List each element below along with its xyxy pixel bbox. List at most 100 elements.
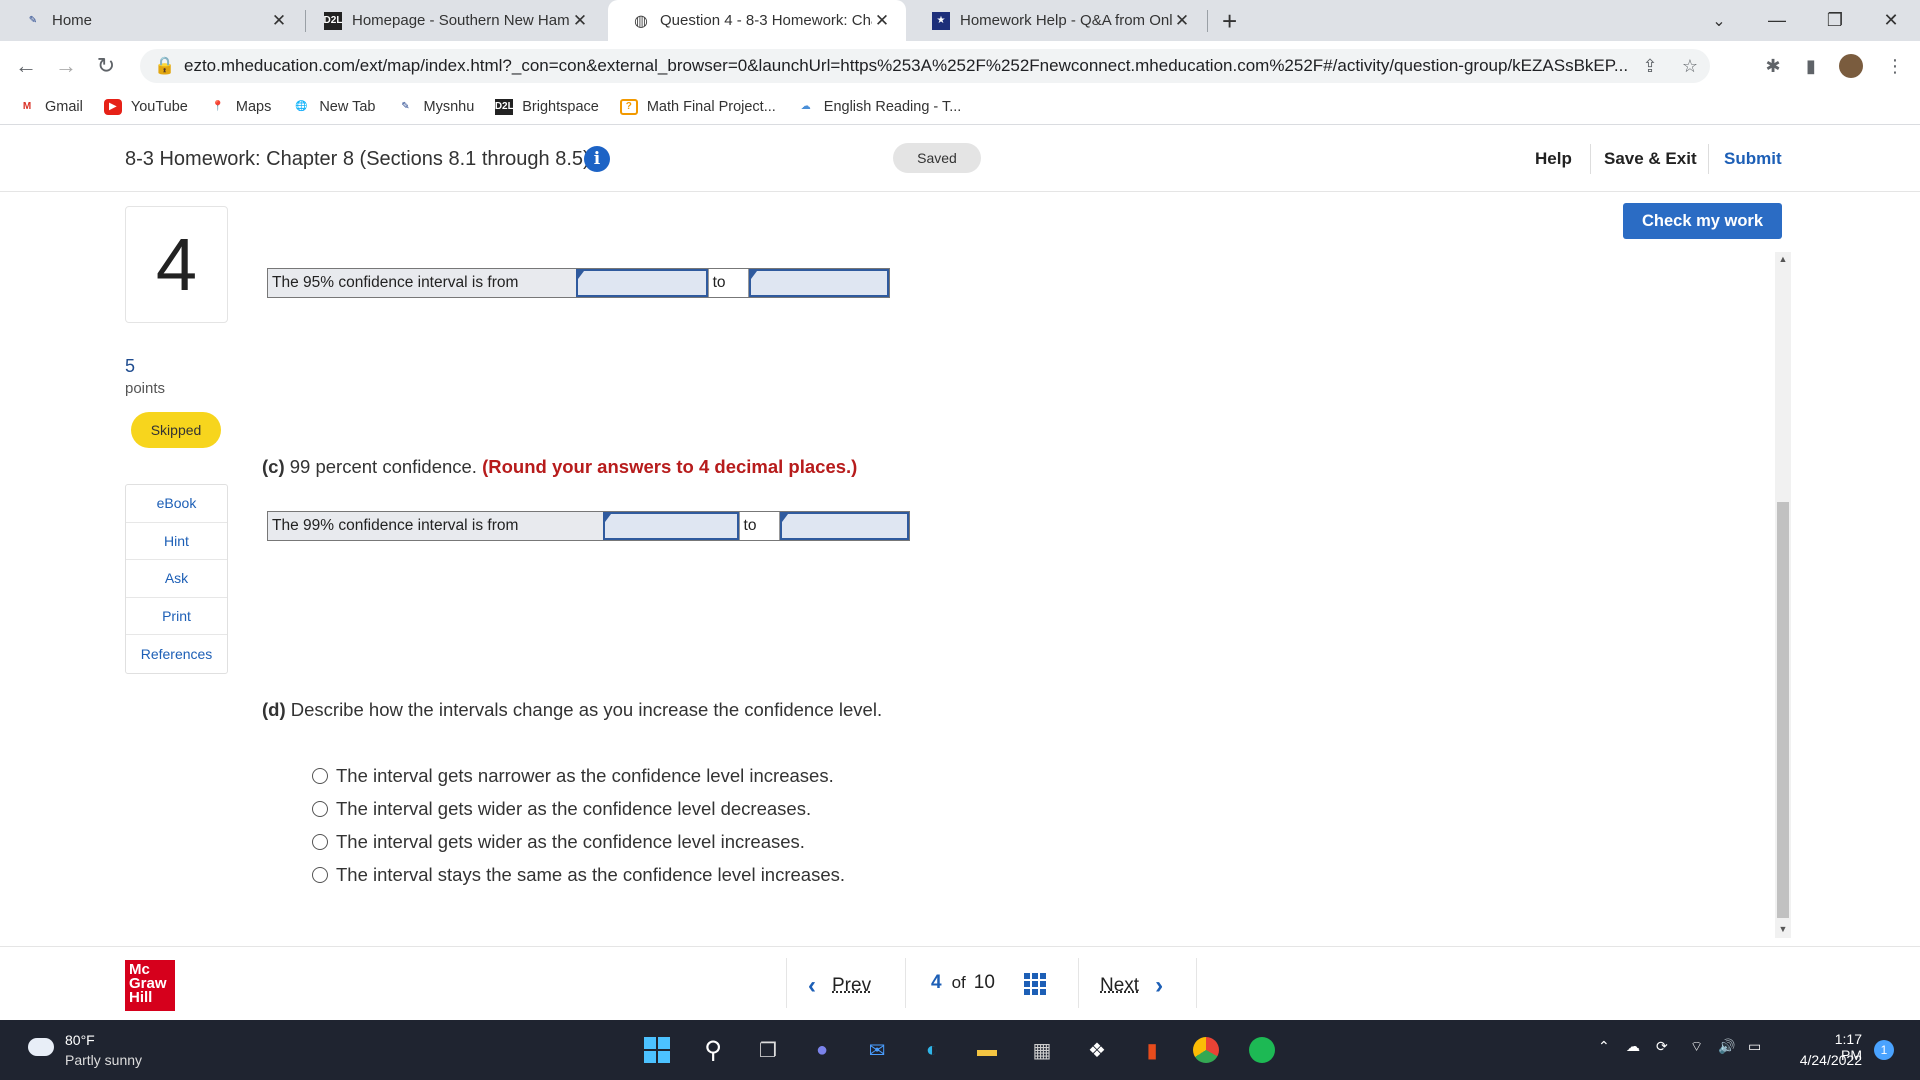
forward-button[interactable]: → bbox=[52, 52, 80, 80]
bookmark-label: English Reading - T... bbox=[823, 98, 962, 115]
windows-start-icon[interactable] bbox=[641, 1034, 673, 1066]
side-panel-icon[interactable]: ▮ bbox=[1796, 52, 1826, 80]
next-button[interactable]: Next › bbox=[1100, 972, 1163, 1000]
pager-divider bbox=[905, 958, 906, 1008]
tab-homework-help[interactable]: ★ Homework Help - Q&A from Onl ✕ bbox=[908, 0, 1206, 41]
weather-description[interactable]: Partly sunny bbox=[65, 1052, 142, 1068]
tab-title: Homework Help - Q&A from Onl bbox=[960, 12, 1172, 29]
tab-snhu-homepage[interactable]: D2L Homepage - Southern New Ham ✕ bbox=[306, 0, 604, 41]
tab-search-chevron-icon[interactable]: ⌄ bbox=[1690, 0, 1748, 41]
new-tab-button[interactable]: + bbox=[1222, 6, 1237, 37]
minimize-button[interactable]: — bbox=[1748, 0, 1806, 41]
bookmark-label: New Tab bbox=[319, 98, 376, 115]
option-label: The interval stays the same as the confi… bbox=[336, 864, 846, 885]
notification-badge[interactable]: 1 bbox=[1874, 1040, 1894, 1060]
chevron-right-icon: › bbox=[1155, 972, 1164, 999]
option-wider-decreases[interactable]: The interval gets wider as the confidenc… bbox=[312, 798, 811, 820]
close-icon[interactable]: ✕ bbox=[570, 11, 590, 31]
battery-icon[interactable]: ▭ bbox=[1748, 1038, 1761, 1055]
content-scrollbar-thumb[interactable] bbox=[1777, 502, 1789, 918]
hint-button[interactable]: Hint bbox=[126, 523, 227, 560]
bookmark-new-tab[interactable]: 🌐 New Tab bbox=[292, 99, 375, 115]
reload-button[interactable]: ↻ bbox=[92, 52, 120, 80]
share-icon[interactable]: ⇪ bbox=[1630, 56, 1670, 77]
extensions-puzzle-icon[interactable]: ✱ bbox=[1758, 52, 1788, 80]
task-view-icon[interactable]: ❐ bbox=[752, 1034, 784, 1066]
browser-menu-icon[interactable]: ⋮ bbox=[1880, 52, 1910, 80]
header-divider bbox=[1590, 144, 1591, 174]
option-stays-same[interactable]: The interval stays the same as the confi… bbox=[312, 864, 845, 886]
interval-95-low-input[interactable] bbox=[575, 269, 708, 297]
taskbar-date[interactable]: 4/24/2022 bbox=[1790, 1052, 1862, 1068]
radio-button[interactable] bbox=[312, 867, 328, 883]
teams-chat-icon[interactable]: ● bbox=[806, 1034, 838, 1066]
part-c-prompt: (c) 99 percent confidence. (Round your a… bbox=[262, 456, 857, 478]
dropbox-icon[interactable]: ❖ bbox=[1081, 1034, 1113, 1066]
ebook-button[interactable]: eBook bbox=[126, 485, 227, 523]
next-label: Next bbox=[1100, 975, 1140, 996]
office-icon[interactable]: ▮ bbox=[1136, 1034, 1168, 1066]
omnibox[interactable]: 🔒 ezto.mheducation.com/ext/map/index.htm… bbox=[140, 49, 1710, 83]
close-window-button[interactable]: ✕ bbox=[1862, 0, 1920, 41]
radio-button[interactable] bbox=[312, 768, 328, 784]
bookmark-math-final[interactable]: ? Math Final Project... bbox=[619, 98, 776, 115]
ask-button[interactable]: Ask bbox=[126, 560, 227, 598]
file-explorer-icon[interactable]: ▬ bbox=[971, 1034, 1003, 1066]
scroll-down-arrow-icon[interactable]: ▼ bbox=[1777, 924, 1789, 934]
back-button[interactable]: ← bbox=[12, 52, 40, 80]
interval-95-high-input[interactable] bbox=[749, 269, 889, 297]
radio-button[interactable] bbox=[312, 801, 328, 817]
spotify-icon[interactable] bbox=[1246, 1034, 1278, 1066]
interval-99-high-input[interactable] bbox=[780, 512, 909, 540]
restore-button[interactable]: ❐ bbox=[1806, 0, 1864, 41]
option-wider-increases[interactable]: The interval gets wider as the confidenc… bbox=[312, 831, 805, 853]
prev-label: Prev bbox=[832, 975, 872, 996]
microsoft-store-icon[interactable]: ▦ bbox=[1026, 1034, 1058, 1066]
tray-overflow-chevron-icon[interactable]: ⌃ bbox=[1598, 1038, 1610, 1055]
chrome-icon[interactable] bbox=[1190, 1034, 1222, 1066]
globe-icon: ◍ bbox=[634, 12, 648, 30]
part-d-letter: (d) bbox=[262, 699, 286, 720]
close-icon[interactable]: ✕ bbox=[1172, 11, 1192, 31]
bookmark-maps[interactable]: 📍 Maps bbox=[209, 99, 272, 115]
close-icon[interactable]: ✕ bbox=[872, 11, 892, 31]
print-button[interactable]: Print bbox=[126, 598, 227, 635]
wifi-icon[interactable]: ⌔ bbox=[1690, 1038, 1703, 1056]
search-icon[interactable]: ⚲ bbox=[697, 1034, 729, 1066]
submit-link[interactable]: Submit bbox=[1724, 149, 1782, 169]
check-my-work-button[interactable]: Check my work bbox=[1623, 203, 1782, 239]
help-link[interactable]: Help bbox=[1535, 149, 1572, 169]
radio-button[interactable] bbox=[312, 834, 328, 850]
tab-home[interactable]: ✎ Home ✕ bbox=[0, 0, 303, 41]
edge-browser-icon[interactable]: ◐ bbox=[916, 1034, 948, 1066]
volume-icon[interactable]: 🔊 bbox=[1718, 1038, 1735, 1055]
info-icon[interactable]: i bbox=[584, 146, 610, 172]
sync-icon[interactable]: ⟳ bbox=[1656, 1038, 1668, 1055]
question-icon: ? bbox=[619, 98, 638, 115]
mail-icon[interactable]: ✉ bbox=[861, 1034, 893, 1066]
weather-temperature[interactable]: 80°F bbox=[65, 1032, 95, 1048]
profile-avatar[interactable] bbox=[1836, 52, 1866, 80]
onedrive-cloud-icon[interactable]: ☁ bbox=[1626, 1038, 1640, 1055]
references-button[interactable]: References bbox=[126, 635, 227, 673]
weather-cloud-icon[interactable] bbox=[28, 1038, 54, 1056]
bookmark-brightspace[interactable]: D2L Brightspace bbox=[495, 98, 599, 115]
bookmark-mysnhu[interactable]: ✎ Mysnhu bbox=[396, 99, 474, 115]
bookmark-youtube[interactable]: ▶ YouTube bbox=[103, 98, 188, 115]
interval-99-low-input[interactable] bbox=[602, 512, 739, 540]
bookmark-english-reading[interactable]: ☁ English Reading - T... bbox=[797, 99, 962, 115]
tab-question-4[interactable]: ◍ Question 4 - 8-3 Homework: Cha ✕ bbox=[608, 0, 906, 41]
star-shield-icon: ★ bbox=[932, 11, 950, 30]
prev-button[interactable]: ‹ Prev bbox=[808, 972, 871, 1000]
save-exit-link[interactable]: Save & Exit bbox=[1604, 149, 1697, 169]
close-icon[interactable]: ✕ bbox=[269, 11, 289, 31]
option-narrower-increases[interactable]: The interval gets narrower as the confid… bbox=[312, 765, 834, 787]
bookmark-gmail[interactable]: M Gmail bbox=[18, 99, 83, 115]
question-grid-icon[interactable] bbox=[1024, 973, 1048, 995]
scroll-up-arrow-icon[interactable]: ▲ bbox=[1777, 254, 1789, 264]
option-label: The interval gets wider as the confidenc… bbox=[336, 831, 805, 852]
interval-95-label: The 95% confidence interval is from bbox=[268, 269, 576, 297]
page-of: of bbox=[951, 973, 966, 992]
bookmark-star-icon[interactable]: ☆ bbox=[1670, 56, 1710, 77]
part-d-prompt: (d) Describe how the intervals change as… bbox=[262, 699, 882, 721]
